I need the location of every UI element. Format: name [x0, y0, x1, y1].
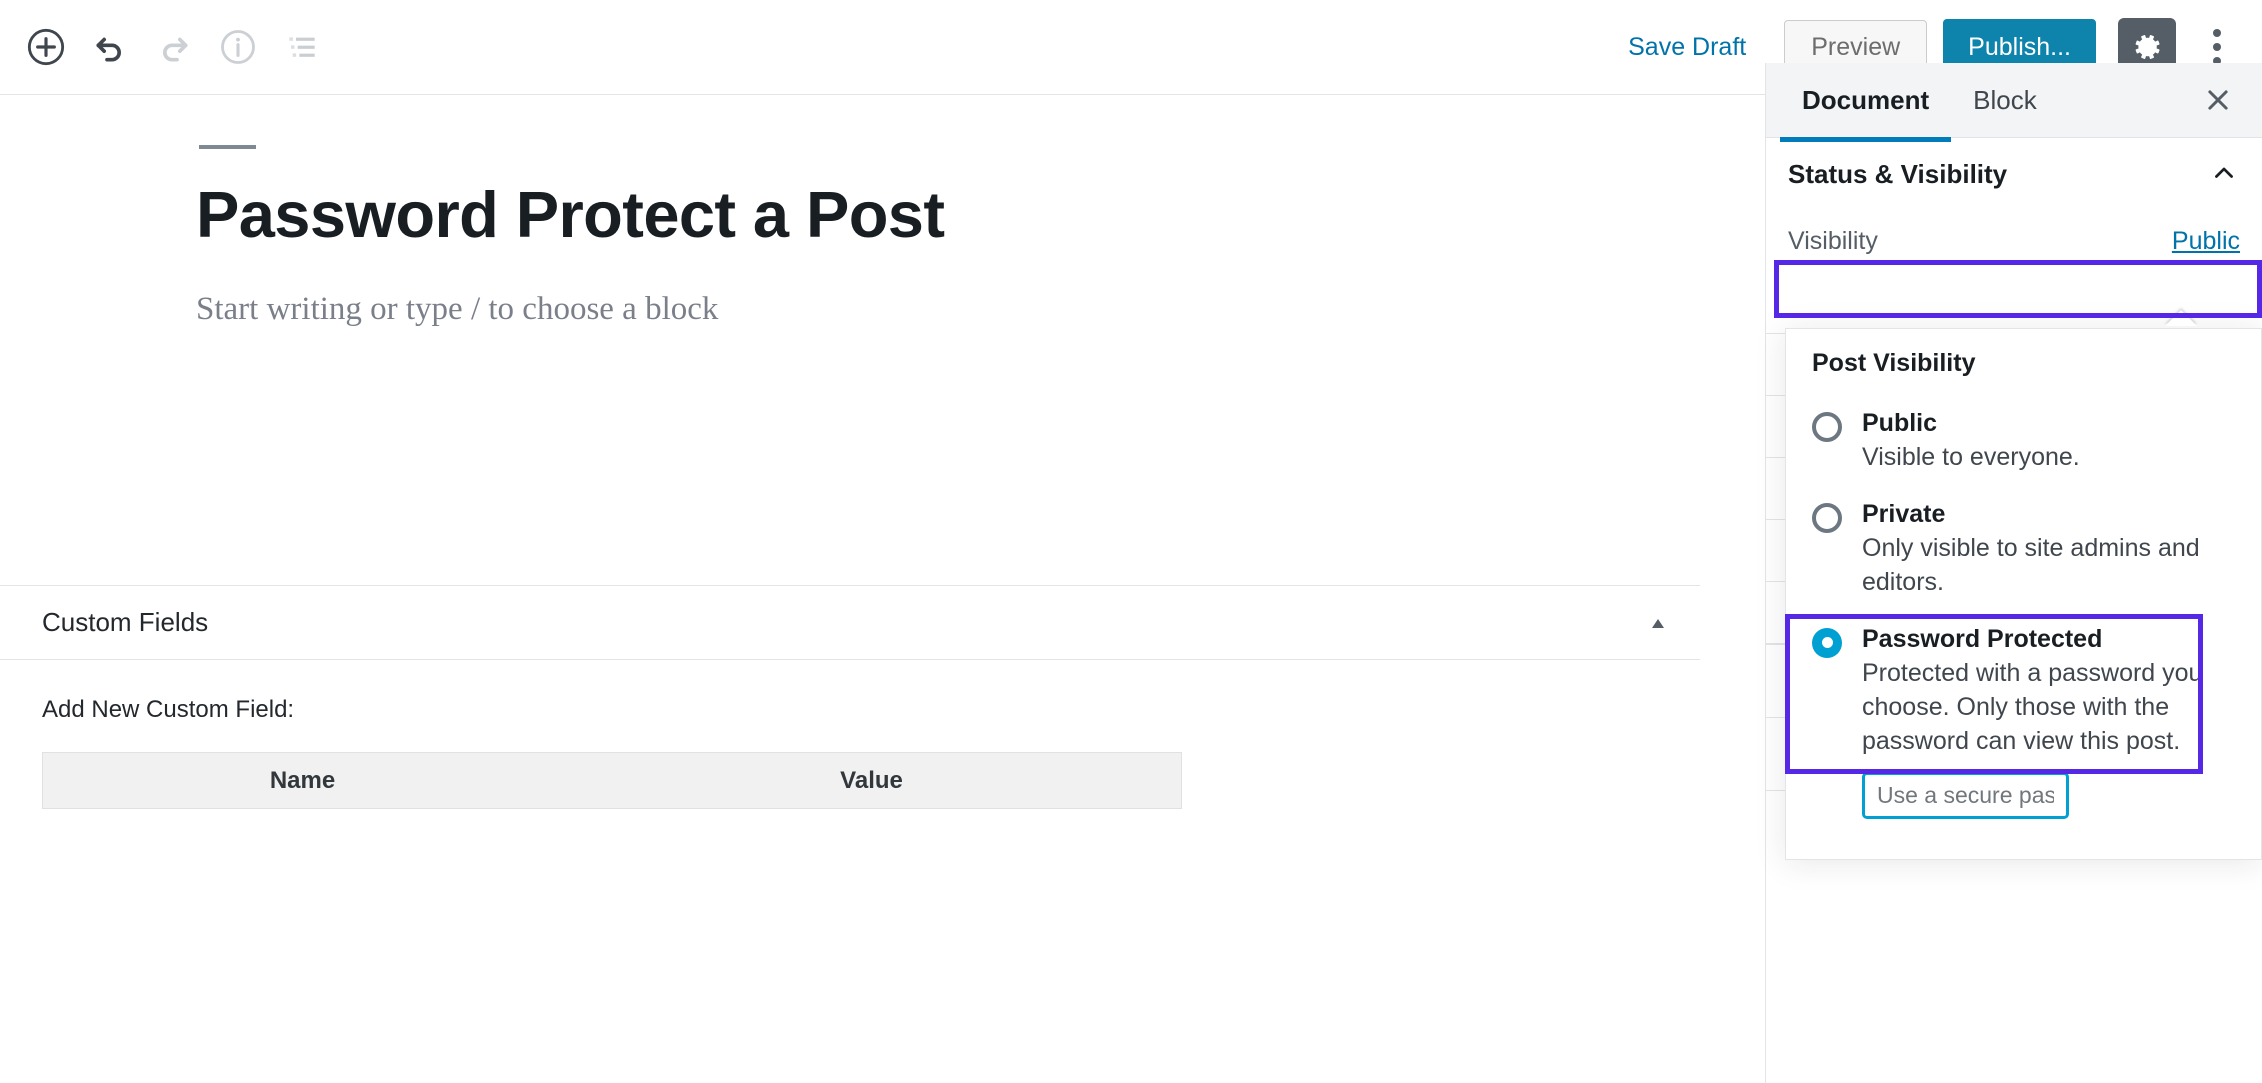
visibility-value-button[interactable]: Public — [2172, 227, 2240, 256]
popover-caret — [2165, 310, 2197, 326]
sidebar-tab-bar: Document Block — [1766, 63, 2262, 142]
permalink-placeholder — [199, 145, 256, 149]
kebab-dot-icon — [2213, 43, 2221, 51]
radio-private[interactable] — [1812, 503, 1842, 533]
tab-document[interactable]: Document — [1780, 63, 1952, 142]
toolbar-left-group — [0, 15, 334, 79]
visibility-option-private[interactable]: Private Only visible to site admins and … — [1786, 489, 2261, 614]
post-visibility-title: Post Visibility — [1812, 349, 1976, 377]
info-circle-icon — [221, 30, 255, 64]
custom-fields-metabox: Custom Fields Add New Custom Field: Name… — [0, 585, 1700, 809]
post-title[interactable]: Password Protect a Post — [196, 177, 945, 252]
visibility-option-public[interactable]: Public Visible to everyone. — [1786, 398, 2261, 489]
option-description: Visible to everyone. — [1862, 443, 2080, 472]
add-block-button[interactable] — [14, 15, 78, 79]
custom-fields-collapse-button[interactable] — [1640, 605, 1676, 641]
radio-public[interactable] — [1812, 412, 1842, 442]
caret-up-icon — [1652, 618, 1664, 628]
close-icon — [2208, 90, 2228, 110]
custom-fields-table: Name Value — [42, 752, 1182, 809]
undo-button[interactable] — [78, 15, 142, 79]
option-description: Only visible to site admins and editors. — [1862, 534, 2200, 596]
visibility-option-password-protected-text: Password Protected Protected with a pass… — [1862, 624, 2235, 820]
wordpress-block-editor: Save Draft Preview Publish... Password P… — [0, 0, 2262, 1083]
custom-fields-title: Custom Fields — [42, 607, 209, 637]
kebab-dot-icon — [2213, 29, 2221, 37]
visibility-row: Visibility Public — [1766, 210, 2262, 272]
table-header-row: Name Value — [42, 752, 1182, 809]
redo-button[interactable] — [142, 15, 206, 79]
block-navigation-button[interactable] — [270, 15, 334, 79]
visibility-option-password-protected[interactable]: Password Protected Protected with a pass… — [1786, 614, 2261, 834]
add-new-custom-field-label: Add New Custom Field: — [42, 696, 295, 723]
panel-status-visibility-toggle[interactable]: Status & Visibility — [1766, 138, 2262, 210]
plus-circle-icon — [27, 28, 65, 66]
custom-fields-header: Custom Fields — [0, 586, 1700, 660]
post-visibility-popover: Post Visibility Public Visible to everyo… — [1785, 328, 2262, 861]
column-header-value: Value — [562, 752, 1182, 809]
gear-icon — [2135, 35, 2160, 59]
tab-block[interactable]: Block — [1951, 63, 2059, 138]
custom-fields-body: Add New Custom Field: Name Value — [0, 660, 1700, 809]
chevron-up-icon — [2210, 159, 2238, 190]
default-block-placeholder[interactable]: Start writing or type / to choose a bloc… — [196, 291, 718, 328]
post-password-input[interactable] — [1862, 772, 2069, 820]
visibility-label: Visibility — [1788, 226, 1878, 255]
save-draft-link[interactable]: Save Draft — [1612, 23, 1762, 72]
panel-title: Status & Visibility — [1788, 158, 2008, 189]
visibility-option-public-text: Public Visible to everyone. — [1862, 408, 2235, 475]
option-label: Public — [1862, 409, 1938, 437]
option-label: Private — [1862, 500, 1946, 528]
undo-icon — [96, 37, 121, 62]
option-label: Password Protected — [1862, 624, 2103, 653]
close-sidebar-button[interactable] — [2196, 78, 2240, 122]
redo-icon — [163, 37, 188, 62]
option-description: Protected with a password you choose. On… — [1862, 659, 2203, 755]
list-view-icon — [289, 37, 315, 57]
content-info-button[interactable] — [206, 15, 270, 79]
column-header-name: Name — [42, 752, 563, 809]
radio-password-protected[interactable] — [1812, 627, 1842, 658]
editor-canvas: Password Protect a Post Start writing or… — [0, 95, 1765, 1083]
visibility-option-private-text: Private Only visible to site admins and … — [1862, 499, 2235, 600]
